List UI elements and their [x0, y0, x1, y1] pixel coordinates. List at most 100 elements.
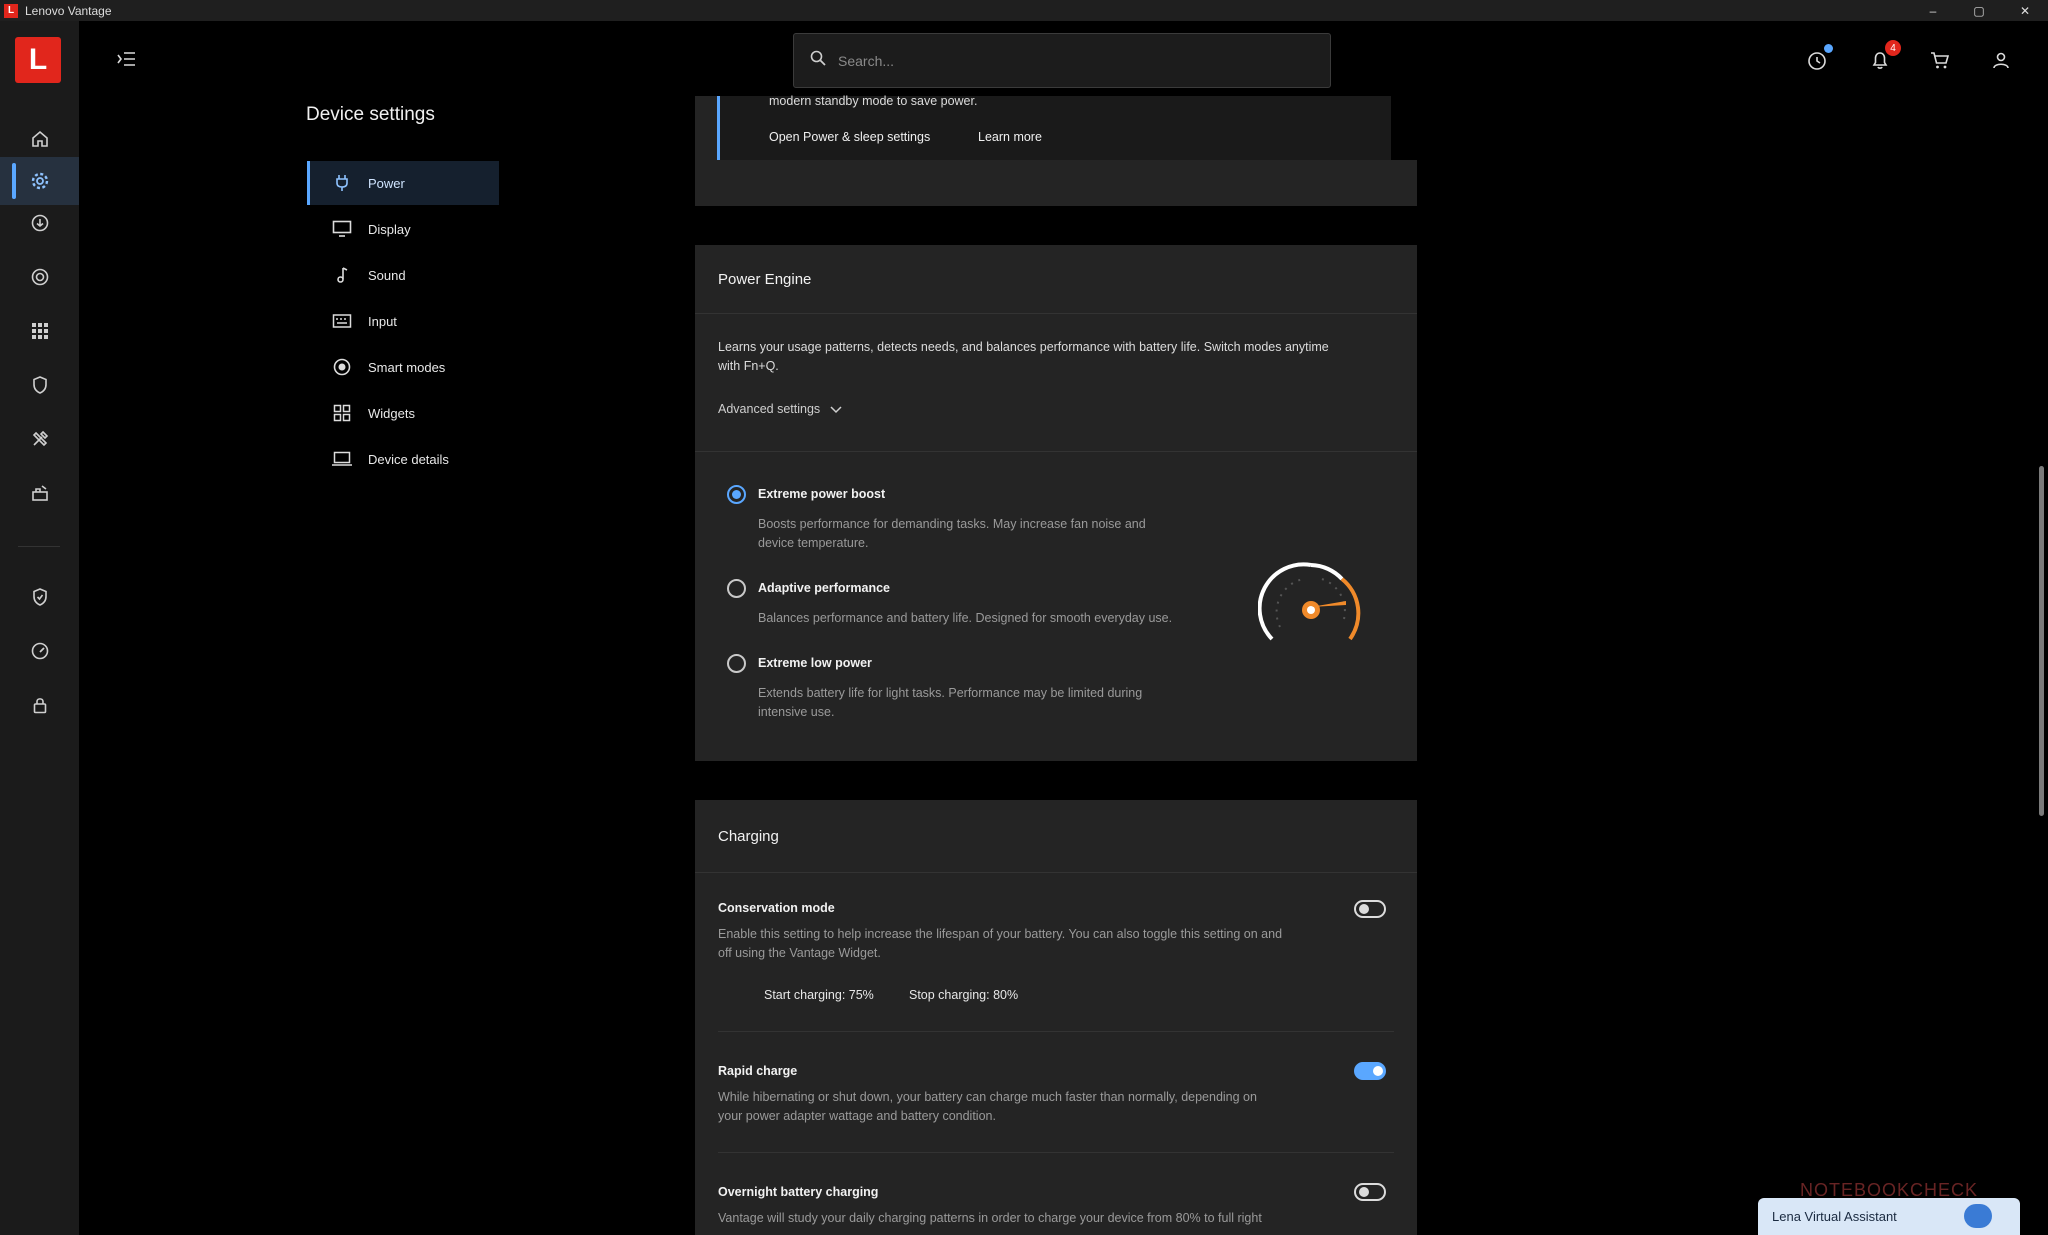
card-divider	[718, 1152, 1394, 1153]
rapid-charge-desc-1: While hibernating or shut down, your bat…	[718, 1090, 1257, 1104]
nav-label: Sound	[368, 267, 406, 283]
nav-label: Device details	[368, 451, 449, 467]
lenovo-logo[interactable]: L	[15, 37, 61, 83]
conservation-desc-2: off using the Vantage Widget.	[718, 946, 881, 960]
search-icon	[810, 50, 826, 71]
mode-desc: intensive use.	[758, 705, 835, 719]
overnight-toggle[interactable]	[1354, 1183, 1386, 1201]
radio-adaptive-performance[interactable]	[727, 579, 746, 598]
bell-icon[interactable]: 4	[1868, 40, 1901, 72]
open-power-sleep-link[interactable]: Open Power & sleep settings	[769, 128, 930, 147]
window-controls: – ▢ ✕	[1910, 0, 2048, 21]
charging-card: Charging Conservation mode Enable this s…	[695, 800, 1417, 1235]
learn-more-link[interactable]: Learn more	[978, 128, 1042, 147]
nav-item-input[interactable]: Input	[307, 299, 499, 343]
maximize-button[interactable]: ▢	[1956, 0, 2002, 21]
rapid-charge-toggle[interactable]	[1354, 1062, 1386, 1080]
mode-desc: Boosts performance for demanding tasks. …	[758, 517, 1146, 531]
mode-label: Extreme low power	[758, 656, 872, 670]
card-divider	[695, 313, 1417, 314]
security-shield-icon[interactable]	[0, 573, 79, 621]
overnight-label: Overnight battery charging	[718, 1185, 879, 1199]
power-engine-desc-1: Learns your usage patterns, detects need…	[718, 340, 1329, 354]
cart-icon[interactable]	[1928, 48, 1952, 72]
nav-label: Widgets	[368, 405, 415, 421]
music-note-icon	[331, 264, 353, 286]
radio-extreme-low-power[interactable]	[727, 654, 746, 673]
chevron-down-icon	[830, 401, 842, 419]
overnight-desc-1: Vantage will study your daily charging p…	[718, 1211, 1262, 1225]
nav-label: Smart modes	[368, 359, 446, 375]
nav-item-sound[interactable]: Sound	[307, 253, 499, 297]
page-title: Device settings	[306, 104, 435, 125]
conservation-label: Conservation mode	[718, 901, 835, 915]
nav-item-smart-modes[interactable]: Smart modes	[307, 345, 499, 389]
title-bar: L Lenovo Vantage – ▢ ✕	[0, 0, 2048, 21]
nav-item-display[interactable]: Display	[307, 207, 499, 251]
mode-desc: Extends battery life for light tasks. Pe…	[758, 686, 1143, 700]
nav-item-device-details[interactable]: Device details	[307, 437, 499, 481]
info-text: modern standby mode to save power.	[769, 94, 978, 108]
gauge-icon	[1257, 557, 1364, 651]
assistant-label: Lena Virtual Assistant	[1772, 1209, 1897, 1224]
rapid-charge-label: Rapid charge	[718, 1064, 798, 1078]
menu-collapse-icon[interactable]	[116, 48, 138, 70]
speedometer-icon[interactable]	[0, 627, 79, 675]
lock-icon[interactable]	[0, 681, 79, 729]
target-icon	[331, 356, 353, 378]
laptop-icon	[331, 448, 353, 470]
power-engine-title: Power Engine	[718, 271, 812, 288]
mode-label: Extreme power boost	[758, 487, 886, 501]
standby-card: modern standby mode to save power. Open …	[695, 94, 1417, 206]
search-input[interactable]: Search...	[793, 33, 1331, 88]
apps-grid-icon[interactable]	[0, 307, 79, 355]
card-divider	[718, 1031, 1394, 1032]
nav-label: Power	[368, 175, 405, 191]
scrollbar-thumb[interactable]	[2039, 466, 2044, 816]
mode-desc: Balances performance and battery life. D…	[758, 611, 1173, 625]
download-icon[interactable]	[0, 199, 79, 247]
search-placeholder: Search...	[838, 52, 895, 69]
info-box-inner: modern standby mode to save power. Open …	[717, 94, 1391, 160]
chat-bubble-icon	[1964, 1204, 1992, 1228]
conservation-desc-1: Enable this setting to help increase the…	[718, 927, 1283, 941]
monitor-icon	[331, 218, 353, 240]
performance-icon[interactable]	[0, 253, 79, 301]
widgets-icon	[331, 402, 353, 424]
virtual-assistant-button[interactable]: Lena Virtual Assistant	[1758, 1198, 2020, 1235]
update-clock-icon[interactable]	[1805, 44, 1833, 72]
start-charging-value: Start charging: 75%	[764, 988, 874, 1002]
window-title: Lenovo Vantage	[25, 3, 112, 18]
rapid-charge-desc-2: your power adapter wattage and battery c…	[718, 1109, 996, 1123]
support-icon[interactable]	[0, 469, 79, 517]
nav-item-widgets[interactable]: Widgets	[307, 391, 499, 435]
conservation-toggle[interactable]	[1354, 900, 1386, 918]
app-icon: L	[4, 3, 18, 18]
home-icon[interactable]	[0, 115, 79, 163]
update-badge	[1824, 44, 1833, 53]
card-divider	[695, 451, 1417, 452]
tools-icon[interactable]	[0, 415, 79, 463]
power-engine-card: Power Engine Learns your usage patterns,…	[695, 245, 1417, 761]
account-icon[interactable]	[1989, 48, 2013, 72]
notification-badge: 4	[1885, 40, 1901, 56]
left-rail: L	[0, 21, 79, 1235]
nav-label: Display	[368, 221, 411, 237]
radio-extreme-power-boost[interactable]	[727, 485, 746, 504]
card-divider	[695, 872, 1417, 873]
gear-icon[interactable]	[0, 157, 79, 205]
close-button[interactable]: ✕	[2002, 0, 2048, 21]
shield-icon[interactable]	[0, 361, 79, 409]
nav-label: Input	[368, 313, 397, 329]
nav-item-power[interactable]: Power	[307, 161, 499, 205]
advanced-settings-toggle[interactable]: Advanced settings	[718, 400, 842, 419]
mode-label: Adaptive performance	[758, 581, 890, 595]
rail-divider	[18, 546, 60, 547]
mode-desc: device temperature.	[758, 536, 869, 550]
minimize-button[interactable]: –	[1910, 0, 1956, 21]
info-accent-bar	[717, 96, 720, 160]
advanced-settings-label: Advanced settings	[718, 402, 821, 416]
keyboard-icon	[331, 310, 353, 332]
stop-charging-value: Stop charging: 80%	[909, 988, 1019, 1002]
plug-icon	[331, 172, 353, 194]
